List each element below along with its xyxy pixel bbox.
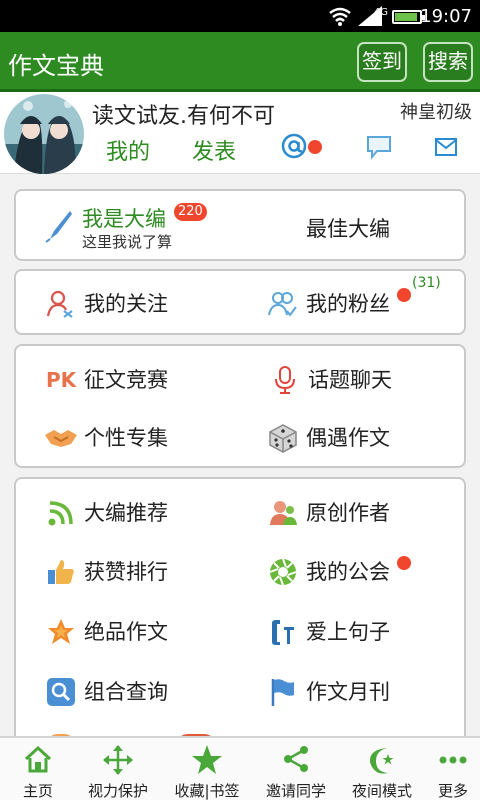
nav-eye-care-label: 视力保护 xyxy=(87,782,148,800)
avatar-image xyxy=(4,94,84,174)
like-ranking-label: 获赞排行 xyxy=(84,560,168,584)
arrows-move-icon xyxy=(103,745,133,775)
guild-icon xyxy=(269,558,297,586)
pen-icon xyxy=(45,211,72,243)
love-sentences-label: 爱上句子 xyxy=(306,620,390,644)
combined-query-entry[interactable]: 组合查询 xyxy=(46,677,226,707)
editor-card: 我是大编 这里我说了算 220 最佳大编 xyxy=(14,189,466,261)
more-dots-icon xyxy=(439,756,467,764)
nav-invite-label: 邀请同学 xyxy=(265,782,326,800)
fans-count: (31) xyxy=(412,275,441,291)
random-essay-entry[interactable]: 偶遇作文 xyxy=(268,423,428,453)
recommend-entry[interactable]: 大编推荐 xyxy=(46,498,226,528)
moon-icon xyxy=(369,748,394,774)
handshake-icon xyxy=(45,430,77,447)
editor-count-badge: 220 xyxy=(174,203,207,221)
personal-collection-label: 个性专集 xyxy=(84,426,168,450)
clock: 19:07 xyxy=(420,6,472,27)
profile-header: 读文试友.有何不可 神皇初级 我的 发表 xyxy=(0,92,480,174)
personal-collection-entry[interactable]: 个性专集 xyxy=(44,423,224,453)
battery-icon xyxy=(392,10,425,24)
username: 读文试友.有何不可 xyxy=(92,104,275,129)
search-button[interactable]: 搜索 xyxy=(423,42,473,82)
nav-night-mode[interactable]: 夜间模式 xyxy=(338,738,426,800)
wifi-icon xyxy=(329,7,351,26)
guild-notification-dot xyxy=(397,556,411,570)
nav-home[interactable]: 主页 xyxy=(0,738,76,800)
mail-icon[interactable] xyxy=(434,136,458,158)
my-editor-subtitle: 这里我说了算 xyxy=(82,233,173,251)
author-icon xyxy=(270,501,297,525)
home-icon xyxy=(24,745,52,773)
cell-signal-icon xyxy=(358,6,382,26)
random-essay-label: 偶遇作文 xyxy=(306,426,390,450)
mention-icon[interactable] xyxy=(280,132,308,160)
signin-button[interactable]: 签到 xyxy=(357,42,407,82)
topic-chat-entry[interactable]: 话题聊天 xyxy=(270,365,430,395)
microphone-icon xyxy=(275,366,295,394)
mention-notification-dot xyxy=(308,140,322,154)
nav-more[interactable]: 更多 xyxy=(426,738,480,800)
love-sentences-entry[interactable]: 爱上句子 xyxy=(268,617,428,647)
nav-invite[interactable]: 邀请同学 xyxy=(254,738,338,800)
flag-icon xyxy=(271,679,294,706)
original-author-entry[interactable]: 原创作者 xyxy=(268,498,438,528)
star-icon xyxy=(48,619,74,644)
my-editor-title: 我是大编 xyxy=(82,207,166,231)
follow-user-icon xyxy=(46,290,73,318)
rss-icon xyxy=(48,501,73,526)
battery-level xyxy=(395,13,417,21)
magnifier-icon xyxy=(47,678,75,706)
nav-night-mode-label: 夜间模式 xyxy=(351,782,412,800)
recommend-label: 大编推荐 xyxy=(84,501,168,525)
thumbs-up-icon xyxy=(48,560,74,584)
best-editor-link[interactable]: 最佳大编 xyxy=(306,213,390,243)
monthly-label: 作文月刊 xyxy=(306,680,390,704)
my-fans-label: 我的粉丝 xyxy=(306,292,390,316)
original-author-label: 原创作者 xyxy=(306,501,390,525)
tab-mine[interactable]: 我的 xyxy=(106,134,150,166)
essay-contest-label: 征文竞赛 xyxy=(84,368,168,392)
topic-chat-label: 话题聊天 xyxy=(308,368,392,392)
avatar[interactable] xyxy=(4,94,84,174)
nav-favorites-label: 收藏|书签 xyxy=(174,782,240,800)
star-nav-icon xyxy=(192,745,222,774)
share-icon xyxy=(284,746,308,772)
top-essays-entry[interactable]: 绝品作文 xyxy=(46,617,226,647)
essay-contest-entry[interactable]: PK 征文竞赛 xyxy=(46,365,226,395)
message-icon[interactable] xyxy=(365,134,393,160)
status-bar: 4G 19:07 xyxy=(0,0,480,32)
pk-icon: PK xyxy=(46,368,77,392)
fans-icon xyxy=(268,292,297,317)
nav-favorites[interactable]: 收藏|书签 xyxy=(160,738,254,800)
monthly-entry[interactable]: 作文月刊 xyxy=(268,677,428,707)
bottom-navigation: 主页 视力保护 收藏|书签 邀请同学 夜间模式 更多 xyxy=(0,736,480,800)
like-ranking-entry[interactable]: 获赞排行 xyxy=(46,557,226,587)
dice-icon xyxy=(269,424,297,453)
title-bar: 作文宝典 签到 搜索 xyxy=(0,32,480,92)
sentence-icon xyxy=(272,620,294,645)
fans-notification-dot xyxy=(397,288,411,302)
app-title: 作文宝典 xyxy=(8,52,104,80)
user-rank: 神皇初级 xyxy=(400,102,472,123)
nav-home-label: 主页 xyxy=(22,782,53,800)
combined-query-label: 组合查询 xyxy=(84,680,168,704)
my-follows-entry[interactable]: 我的关注 xyxy=(46,289,226,319)
top-essays-label: 绝品作文 xyxy=(84,620,168,644)
social-card: 我的关注 我的粉丝 (31) xyxy=(14,269,466,335)
nav-eye-care[interactable]: 视力保护 xyxy=(76,738,160,800)
nav-more-label: 更多 xyxy=(437,782,468,800)
my-guild-label: 我的公会 xyxy=(306,560,390,584)
tab-post[interactable]: 发表 xyxy=(192,134,236,166)
activity-card: PK 征文竞赛 话题聊天 个性专集 偶遇作文 xyxy=(14,344,466,468)
my-editor-entry[interactable]: 我是大编 这里我说了算 xyxy=(44,203,244,253)
my-follows-label: 我的关注 xyxy=(84,292,168,316)
features-card: 大编推荐 原创作者 获赞排行 我的公会 绝品作文 爱上句子 组合查询 作文月刊 xyxy=(14,477,466,767)
